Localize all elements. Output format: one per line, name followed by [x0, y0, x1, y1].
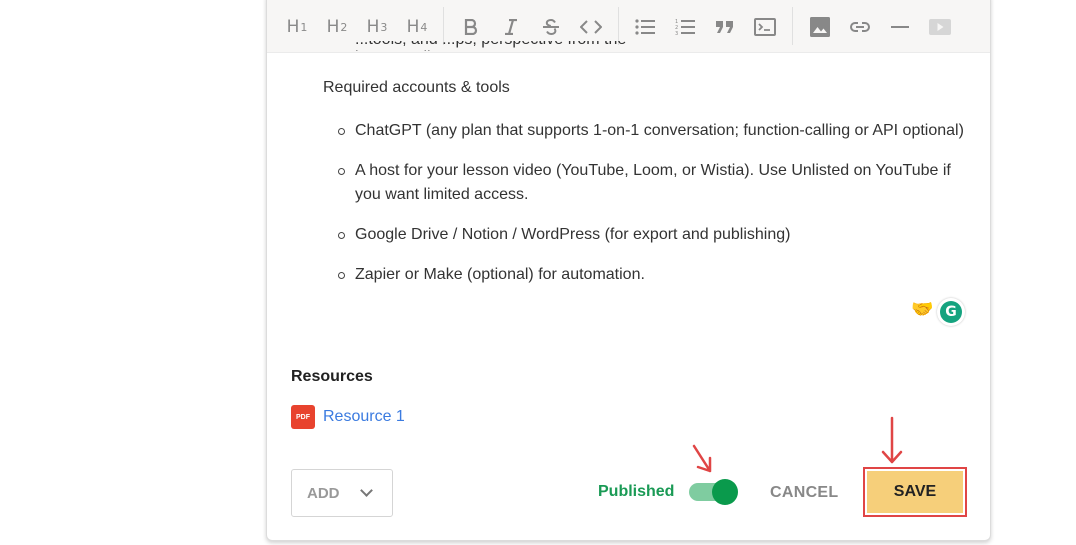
annotation-arrow-icon — [881, 416, 903, 464]
bullet-icon — [338, 128, 345, 135]
bullet-icon — [338, 232, 345, 239]
clipped-text-line: ...tools, and ...ps, perspective from th… — [355, 41, 675, 51]
heading-3-button[interactable]: H3 — [363, 15, 391, 39]
grammarly-icon[interactable]: G — [937, 298, 965, 326]
link-icon[interactable] — [846, 15, 874, 39]
horizontal-rule-icon[interactable] — [886, 15, 914, 39]
heading-4-button[interactable]: H4 — [403, 15, 431, 39]
published-status-label: Published — [598, 483, 675, 500]
bullet-list: ChatGPT (any plan that supports 1-on-1 c… — [323, 119, 973, 287]
svg-text:3: 3 — [675, 31, 678, 36]
published-toggle[interactable] — [689, 479, 739, 505]
italic-icon[interactable] — [497, 15, 525, 39]
bold-icon[interactable] — [457, 15, 485, 39]
heading-2-button[interactable]: H2 — [323, 15, 351, 39]
paragraph-heading: Required accounts & tools — [323, 79, 510, 96]
resources-title: Resources — [291, 368, 373, 385]
numbered-list-icon[interactable]: 123 — [671, 15, 699, 39]
resource-link[interactable]: Resource 1 — [323, 408, 405, 426]
strikethrough-icon[interactable] — [537, 15, 565, 39]
video-icon[interactable] — [926, 15, 954, 39]
toolbar-divider — [792, 7, 793, 45]
pdf-icon: PDF — [291, 405, 315, 429]
quote-icon[interactable] — [711, 15, 739, 39]
list-item: ChatGPT (any plan that supports 1-on-1 c… — [323, 119, 973, 143]
resource-item[interactable]: PDF Resource 1 — [291, 405, 405, 429]
image-icon[interactable] — [806, 15, 834, 39]
code-icon[interactable] — [577, 15, 605, 39]
bullet-icon — [338, 272, 345, 279]
bullet-icon — [338, 168, 345, 175]
annotation-arrow-icon — [692, 444, 712, 473]
code-block-icon[interactable] — [751, 15, 779, 39]
save-button[interactable]: SAVE — [867, 471, 963, 513]
bullet-list-icon[interactable] — [631, 15, 659, 39]
list-item: Google Drive / Notion / WordPress (for e… — [323, 223, 973, 247]
toolbar-divider — [443, 7, 444, 45]
chevron-down-icon — [359, 484, 373, 497]
list-item: A host for your lesson video (YouTube, L… — [323, 159, 973, 207]
list-item: Zapier or Make (optional) for automation… — [323, 263, 973, 287]
add-dropdown-button[interactable]: ADD — [291, 469, 393, 517]
cancel-button[interactable]: CANCEL — [770, 484, 838, 502]
heading-1-button[interactable]: H1 — [283, 15, 311, 39]
toolbar-divider — [618, 7, 619, 45]
handshake-emoji-icon[interactable]: 🤝 — [911, 299, 933, 320]
